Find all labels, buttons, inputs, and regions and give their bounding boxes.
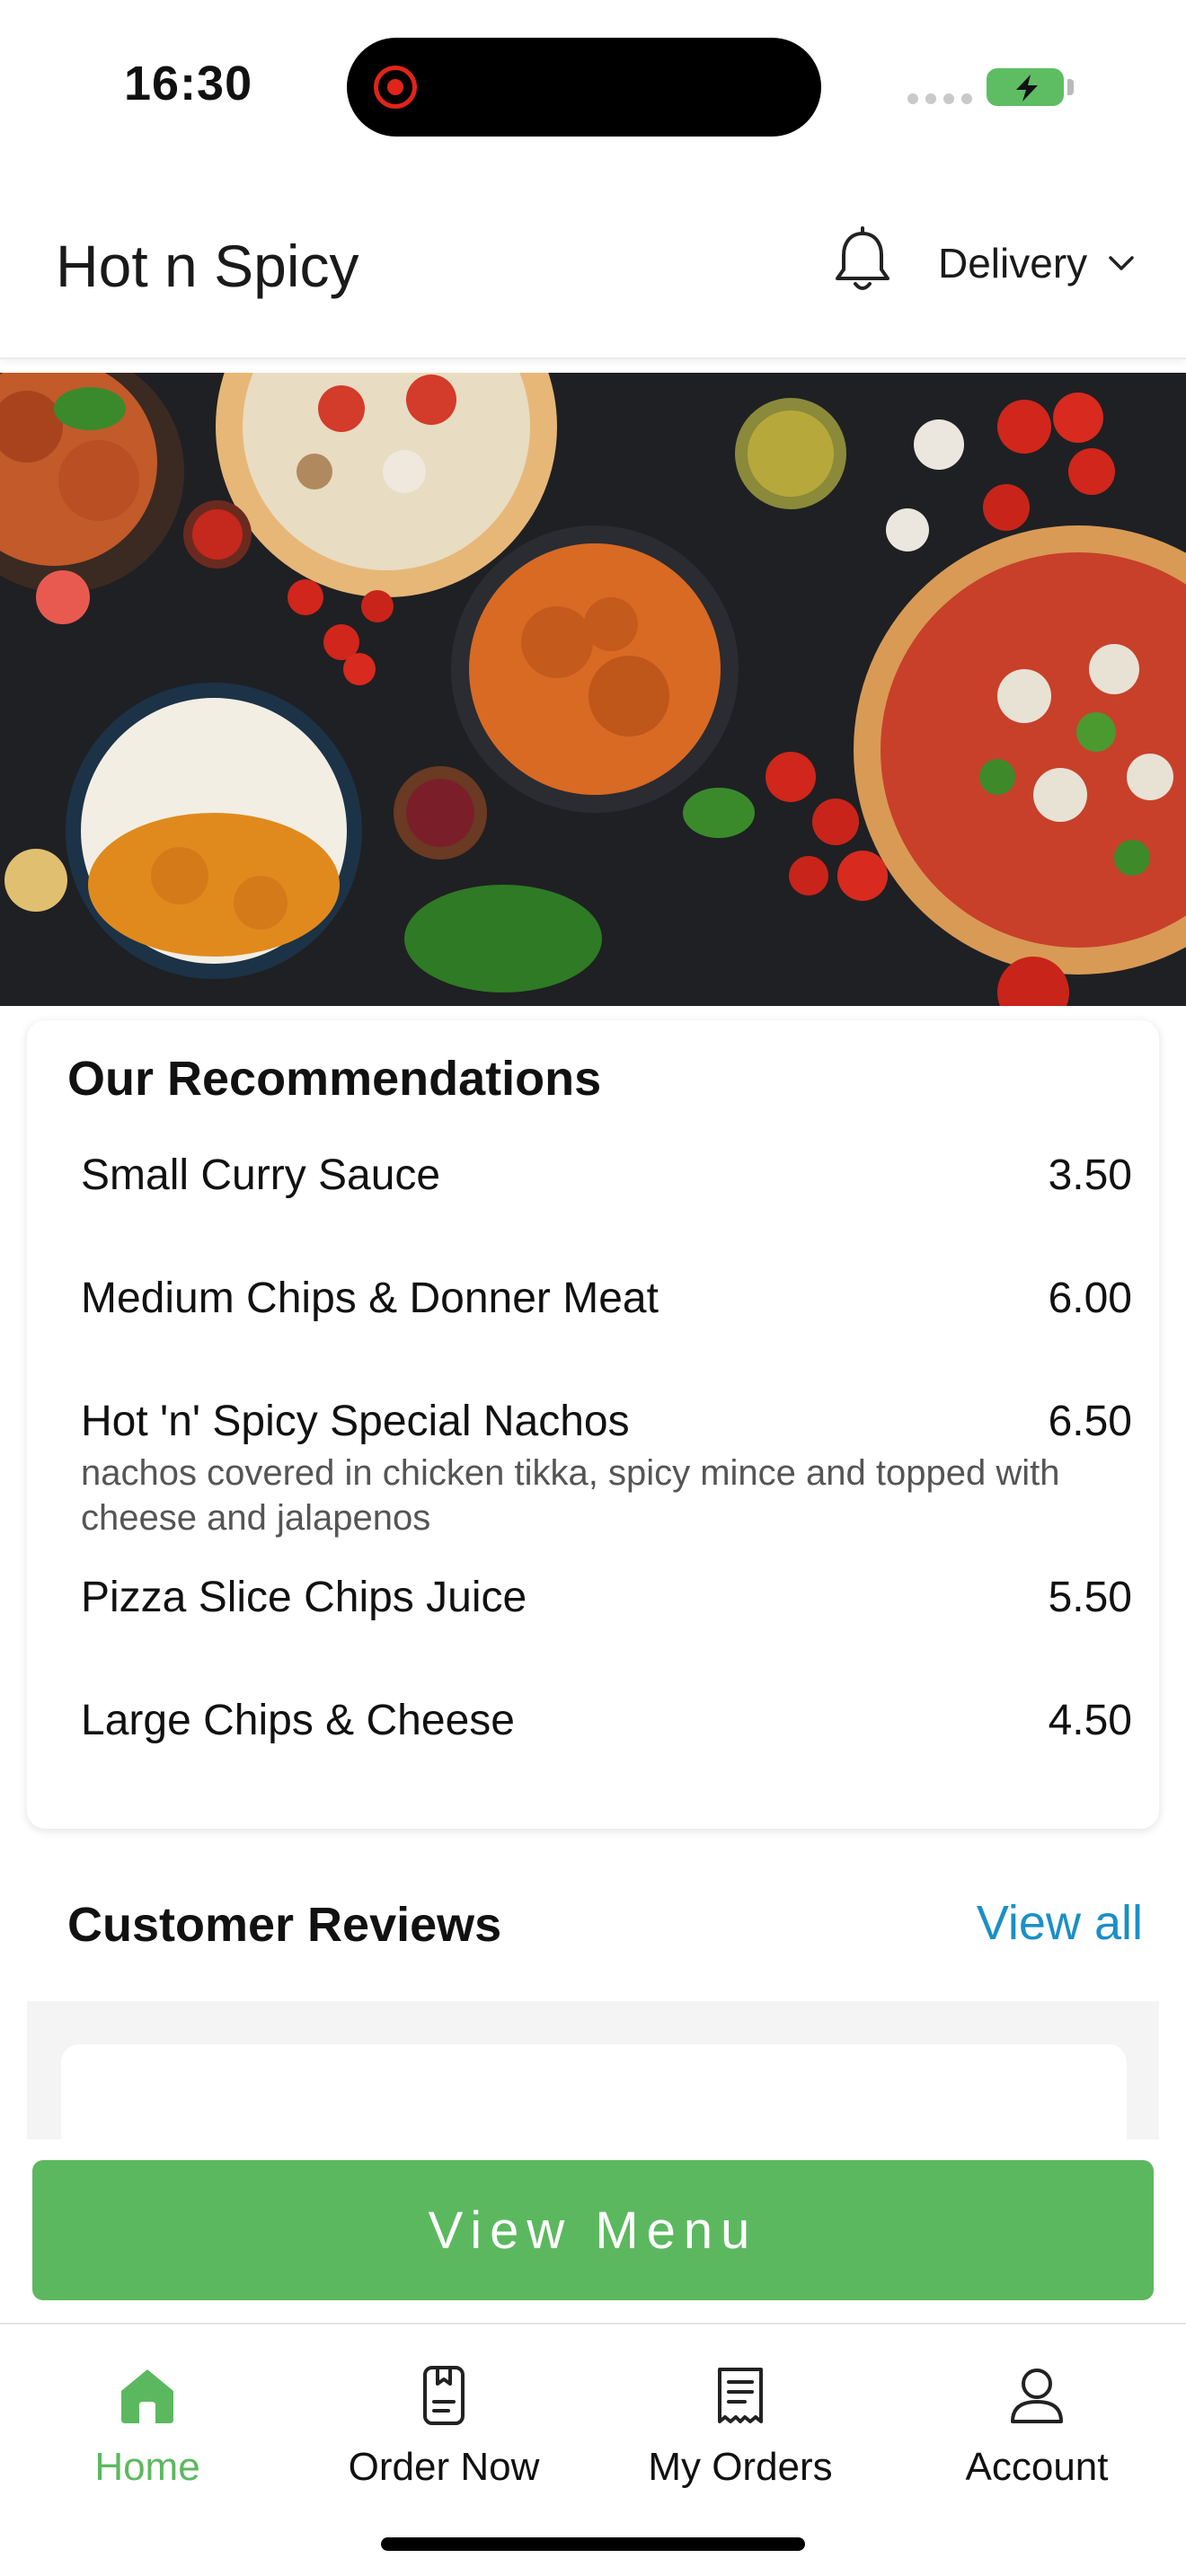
list-item[interactable]: Medium Chips & Donner Meat 6.00 (81, 1274, 1132, 1397)
battery-cap (1067, 79, 1074, 95)
home-icon (121, 2369, 173, 2423)
status-time: 16:30 (124, 57, 253, 110)
item-name: Small Curry Sauce (81, 1151, 441, 1199)
app-title: Hot n Spicy (56, 233, 359, 299)
list-item[interactable]: Hot 'n' Spicy Special Nachos 6.50 nachos… (81, 1397, 1132, 1573)
delivery-label: Delivery (938, 240, 1088, 287)
battery-icon (987, 68, 1064, 106)
view-menu-button[interactable]: View Menu (32, 2160, 1154, 2300)
recommendations-card: Our Recommendations Small Curry Sauce 3.… (27, 1020, 1159, 1829)
nav-account[interactable]: Account (902, 2364, 1172, 2490)
rating-card: 4.5 (61, 2044, 1127, 2139)
receipt-icon (718, 2368, 763, 2423)
list-item[interactable]: Pizza Slice Chips Juice 5.50 (81, 1573, 1132, 1696)
delivery-selector[interactable]: Delivery (938, 239, 1136, 287)
order-icon (423, 2366, 465, 2425)
recommendations-list: Small Curry Sauce 3.50 Medium Chips & Do… (81, 1151, 1132, 1819)
item-price: 3.50 (1048, 1151, 1132, 1199)
item-price: 4.50 (1048, 1697, 1132, 1744)
item-price: 6.50 (1048, 1398, 1132, 1445)
view-all-link[interactable]: View all (977, 1895, 1143, 1951)
customer-reviews-section: Customer Reviews View all 4.5 (27, 1843, 1159, 2139)
item-price: 6.00 (1048, 1275, 1132, 1322)
hero-food-image (0, 373, 1186, 1006)
nav-label: My Orders (648, 2445, 833, 2489)
home-indicator[interactable] (381, 2537, 805, 2551)
average-rating: 4.5 (61, 2116, 1127, 2139)
nav-label: Order Now (348, 2445, 540, 2489)
nav-my-orders[interactable]: My Orders (606, 2364, 875, 2490)
user-icon (1011, 2369, 1063, 2423)
signal-icon (907, 93, 972, 104)
status-bar: 16:30 (0, 0, 1186, 171)
nav-home[interactable]: Home (13, 2364, 282, 2490)
item-name: Hot 'n' Spicy Special Nachos (81, 1398, 630, 1445)
app-header: Hot n Spicy Delivery (0, 171, 1186, 359)
item-price: 5.50 (1048, 1574, 1132, 1621)
nav-label: Account (965, 2445, 1109, 2489)
list-item[interactable]: Large Chips & Cheese 4.50 (81, 1696, 1132, 1819)
reviews-title: Customer Reviews (67, 1898, 502, 1952)
screen-record-icon (374, 66, 417, 109)
recommendations-title: Our Recommendations (67, 1052, 602, 1106)
item-name: Pizza Slice Chips Juice (81, 1574, 527, 1621)
chevron-down-icon (1109, 256, 1134, 270)
item-description: nachos covered in chicken tikka, spicy m… (81, 1453, 1060, 1538)
nav-order-now[interactable]: Order Now (309, 2364, 579, 2490)
item-name: Large Chips & Cheese (81, 1697, 515, 1744)
list-item[interactable]: Small Curry Sauce 3.50 (81, 1151, 1132, 1274)
nav-label: Home (94, 2445, 200, 2489)
reviews-header: Customer Reviews View all (27, 1843, 1159, 2001)
bell-icon[interactable] (831, 226, 894, 298)
item-name: Medium Chips & Donner Meat (81, 1275, 659, 1322)
dynamic-island (347, 38, 821, 137)
